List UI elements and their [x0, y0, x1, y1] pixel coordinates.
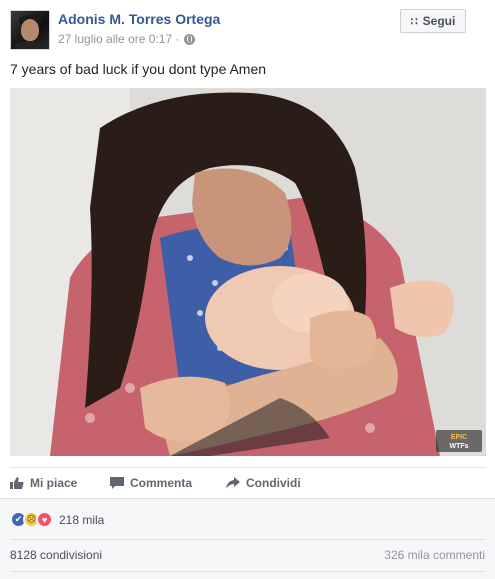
- post-header: Adonis M. Torres Ortega 27 luglio alle o…: [0, 0, 495, 56]
- image-watermark-line1: EPIC: [451, 434, 467, 441]
- post-actions: Mi piace Commenta Condividi: [10, 467, 486, 497]
- globe-icon: [184, 33, 196, 45]
- bottom-divider: [10, 571, 486, 572]
- comment-button[interactable]: Commenta: [110, 476, 192, 490]
- follow-button[interactable]: ∷ Segui: [400, 9, 466, 33]
- post-meta: 27 luglio alle ore 0:17 ·: [58, 32, 196, 46]
- follow-label: Segui: [422, 14, 456, 28]
- comment-icon: [110, 477, 124, 489]
- share-icon: [226, 477, 240, 489]
- reaction-count[interactable]: 218 mila: [59, 513, 104, 527]
- love-icon: ♥: [36, 511, 53, 528]
- author-name[interactable]: Adonis M. Torres Ortega: [58, 11, 220, 27]
- like-button[interactable]: Mi piace: [10, 476, 77, 490]
- feedback-divider: [10, 539, 486, 540]
- thumbs-up-icon: [10, 477, 24, 489]
- comments-count[interactable]: 326 mila commenti: [384, 548, 485, 562]
- reactions-summary[interactable]: ✔ ☹ ♥ 218 mila: [10, 511, 104, 528]
- feedback-section: ✔ ☹ ♥ 218 mila 8128 condivisioni 326 mil…: [0, 498, 495, 579]
- share-button[interactable]: Condividi: [226, 476, 301, 490]
- shares-count[interactable]: 8128 condivisioni: [10, 548, 102, 562]
- post-image[interactable]: EPIC WTFs: [10, 88, 486, 456]
- post-text: 7 years of bad luck if you dont type Ame…: [10, 61, 267, 77]
- image-watermark-line2: WTFs: [449, 443, 468, 450]
- author-avatar[interactable]: [10, 10, 50, 50]
- comment-label: Commenta: [130, 476, 193, 490]
- like-label: Mi piace: [30, 476, 78, 490]
- post-timestamp[interactable]: 27 luglio alle ore 0:17 ·: [58, 32, 179, 46]
- share-label: Condividi: [246, 476, 301, 490]
- rss-icon: ∷: [410, 15, 418, 28]
